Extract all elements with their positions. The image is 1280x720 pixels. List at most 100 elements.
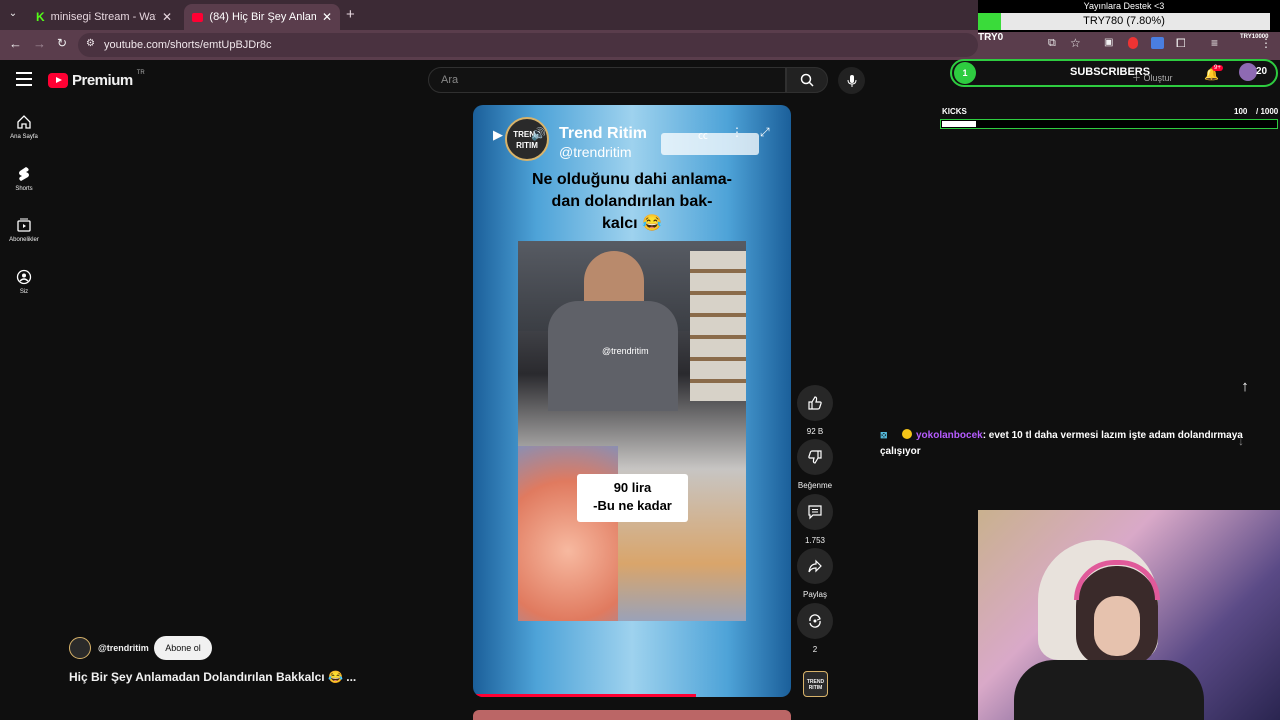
sidebar-item-shorts[interactable]: Shorts xyxy=(0,166,48,192)
url-bar[interactable]: ⚙ youtube.com/shorts/emtUpBJDr8c xyxy=(78,33,978,57)
caption-text: 90 lira -Bu ne kadar xyxy=(593,480,672,513)
streamer-face xyxy=(1094,596,1140,656)
comment-count: 1.753 xyxy=(804,536,826,545)
extension-icon[interactable]: ▣ xyxy=(1104,37,1113,48)
next-short-preview[interactable] xyxy=(473,710,791,720)
donation-min: TRY0 xyxy=(978,32,1004,43)
sidebar-item-label: Abonelikler xyxy=(9,237,39,243)
volume-icon[interactable]: 🔊 xyxy=(531,127,546,141)
sidebar-item-label: Ana Sayfa xyxy=(10,134,38,140)
fullscreen-icon[interactable]: ⤢ xyxy=(760,125,770,140)
sidebar-item-label: Siz xyxy=(19,289,29,295)
share-label: Paylaş xyxy=(802,590,827,599)
search-button[interactable] xyxy=(786,67,828,93)
thumbs-up-icon xyxy=(808,396,822,410)
video-title[interactable]: Hiç Bir Şey Anlamadan Dolandırılan Bakka… xyxy=(69,670,356,684)
voice-search-button[interactable] xyxy=(838,67,865,94)
youtube-icon xyxy=(192,12,204,22)
close-tab-icon[interactable]: ✕ xyxy=(162,10,172,24)
new-tab-icon[interactable]: + xyxy=(346,6,355,23)
tab-title: (84) Hiç Bir Şey Anlamadan Dol xyxy=(209,11,316,23)
microphone-icon xyxy=(847,74,856,87)
site-info-icon[interactable]: ⚙ xyxy=(86,38,95,49)
kicks-label: KICKS xyxy=(942,107,967,116)
close-tab-icon[interactable]: ✕ xyxy=(322,10,332,24)
reload-icon[interactable]: ↻ xyxy=(57,36,67,50)
like-button[interactable]: 92 B xyxy=(797,385,833,436)
extensions-puzzle-icon[interactable]: ⧠ xyxy=(1176,36,1186,51)
create-button[interactable]: ＋ Oluştur xyxy=(1132,71,1173,84)
subs-count: 1 xyxy=(954,62,976,84)
chat-message: ⊠ yokolanbocek: evet 10 tl daha vermesi l… xyxy=(880,427,1252,460)
kicks-value: 100 xyxy=(1234,107,1248,116)
video-frame: @trendritim 90 lira -Bu ne kadar xyxy=(518,241,746,621)
remix-icon xyxy=(809,614,821,628)
kick-icon: K xyxy=(36,10,45,24)
kicks-total: / 1000 xyxy=(1256,107,1279,116)
video-headline: Ne olduğunu dahi anlama- dan dolandırıla… xyxy=(531,171,732,232)
channel-handle[interactable]: @trendritim xyxy=(98,643,149,653)
browser-toolbar: ← → ↻ ⚙ youtube.com/shorts/emtUpBJDr8c ⧉… xyxy=(0,30,1280,60)
thumbs-down-icon xyxy=(808,450,822,464)
video-channel-handle: @trendritim xyxy=(559,144,632,160)
search-input[interactable]: Ara xyxy=(428,67,786,93)
chat-username: yokolanbocek xyxy=(916,430,983,441)
tab-title: minisegi Stream - Watch Live o xyxy=(50,11,156,23)
video-progress-bar[interactable] xyxy=(473,694,696,697)
donation-title: Yayınlara Destek <3 xyxy=(1083,1,1165,11)
chat-badge-icon xyxy=(902,429,912,439)
install-icon[interactable]: ⧉ xyxy=(1048,37,1056,50)
streamer-webcam xyxy=(978,510,1280,720)
tab-search-icon[interactable]: ⌄ xyxy=(6,8,20,22)
back-icon[interactable]: ← xyxy=(9,36,22,51)
comment-icon xyxy=(808,505,822,520)
channel-avatar[interactable] xyxy=(69,637,91,659)
person-shirt xyxy=(548,301,678,411)
dislike-button[interactable]: Beğenme xyxy=(797,439,833,490)
bookmark-star-icon[interactable]: ☆ xyxy=(1070,36,1081,50)
remix-count: 2 xyxy=(812,645,818,654)
hamburger-menu-icon[interactable] xyxy=(16,72,32,86)
share-button[interactable]: Paylaş xyxy=(797,548,833,599)
subscriptions-icon xyxy=(17,218,31,232)
previous-short-arrow-icon[interactable]: ↑ xyxy=(1233,378,1257,402)
extension-red-icon[interactable] xyxy=(1128,37,1138,49)
account-avatar[interactable] xyxy=(1239,63,1257,81)
candy-jar xyxy=(518,446,618,621)
like-count: 92 B xyxy=(806,427,824,436)
streamer-shirt xyxy=(1014,660,1204,720)
shelf xyxy=(690,251,746,401)
youtube-logo[interactable]: Premium TR xyxy=(48,69,145,89)
you-icon xyxy=(16,269,32,285)
share-icon xyxy=(808,559,822,573)
translate-icon[interactable] xyxy=(1151,37,1164,49)
shorts-icon xyxy=(19,167,29,181)
media-controls-icon[interactable]: ≡ xyxy=(1211,36,1218,50)
comments-button[interactable]: 1.753 xyxy=(797,494,833,545)
more-options-icon[interactable]: ⋮ xyxy=(731,125,743,139)
captions-icon[interactable]: ㏄ xyxy=(698,127,708,142)
subscribe-button[interactable]: Abone ol xyxy=(154,636,212,660)
sidebar-item-you[interactable]: Siz xyxy=(0,269,48,295)
kicks-progress-fill xyxy=(942,121,976,127)
sidebar-item-label: Shorts xyxy=(15,186,33,192)
video-watermark: @trendritim xyxy=(602,346,649,356)
url-text: youtube.com/shorts/emtUpBJDr8c xyxy=(104,39,272,51)
dislike-label: Beğenme xyxy=(797,481,833,490)
kicks-progress-bar xyxy=(940,119,1278,129)
forward-icon[interactable]: → xyxy=(33,36,46,51)
shorts-video-player[interactable]: TREND RITIM Trend Ritim @trendritim ▶ 🔊 … xyxy=(473,105,791,697)
play-icon[interactable]: ▶ xyxy=(493,127,503,143)
subscribers-goal-bar: 1 SUBSCRIBERS ＋ Oluştur 🔔 9+ 20 xyxy=(950,59,1278,87)
audio-channel-thumbnail[interactable]: TREND RITIM xyxy=(803,671,828,697)
video-caption: 90 lira -Bu ne kadar xyxy=(577,474,688,522)
youtube-play-icon xyxy=(48,73,68,88)
sidebar-item-home[interactable]: Ana Sayfa xyxy=(0,114,48,140)
logo-country: TR xyxy=(136,69,145,76)
remix-button[interactable]: 2 xyxy=(797,603,833,654)
sidebar-item-subscriptions[interactable]: Abonelikler xyxy=(0,217,48,243)
tab-youtube[interactable]: (84) Hiç Bir Şey Anlamadan Dol ✕ xyxy=(184,4,340,30)
tab-kick[interactable]: K minisegi Stream - Watch Live o ✕ xyxy=(28,4,180,30)
subscribe-animation-overlay xyxy=(661,133,759,155)
chat-badges: ⊠ xyxy=(880,430,888,440)
